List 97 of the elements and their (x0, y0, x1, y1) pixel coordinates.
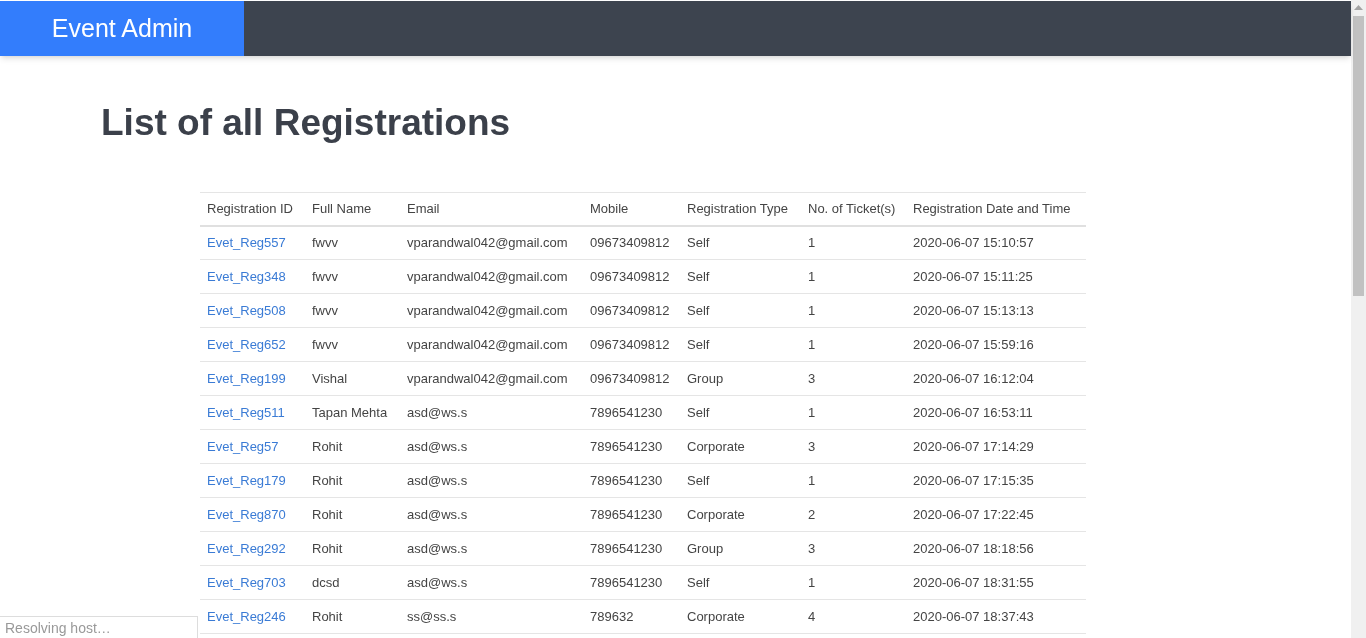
registration-link[interactable]: Evet_Reg703 (207, 574, 286, 590)
table-cell: vparandwal042@gmail.com (407, 302, 568, 318)
table-cell: Rohit (312, 540, 343, 556)
registration-link[interactable]: Evet_Reg246 (207, 608, 286, 624)
table-cell: Self (687, 472, 710, 488)
column-header: No. of Ticket(s) (801, 192, 906, 226)
column-header: Email (400, 192, 583, 226)
table-cell: 1 (808, 574, 816, 590)
scrollbar[interactable] (1351, 0, 1366, 638)
table-cell: 09673409812 (590, 302, 670, 318)
column-header: Registration ID (200, 192, 305, 226)
table-cell: 2 (808, 506, 816, 522)
table-cell: 09673409812 (590, 268, 670, 284)
scroll-up-icon[interactable] (1354, 5, 1363, 10)
column-header: Registration Date and Time (906, 192, 1086, 226)
table-cell: 2020-06-07 15:13:13 (913, 302, 1034, 318)
table-cell: fwvv (312, 336, 338, 352)
table-cell: Corporate (687, 608, 745, 624)
registration-link[interactable]: Evet_Reg511 (207, 404, 285, 420)
table-cell: Corporate (687, 438, 745, 454)
table-cell: vparandwal042@gmail.com (407, 370, 568, 386)
table-cell: Group (687, 370, 724, 386)
registration-link[interactable]: Evet_Reg870 (207, 506, 286, 522)
column-header: Mobile (583, 192, 680, 226)
table-cell: 7896541230 (590, 574, 663, 590)
scrollbar-thumb[interactable] (1353, 16, 1364, 296)
table-cell: asd@ws.s (407, 404, 468, 420)
table-cell: 1 (808, 472, 816, 488)
status-bubble: Resolving host… (0, 616, 198, 638)
column-header: Registration Type (680, 192, 801, 226)
table-cell: asd@ws.s (407, 472, 468, 488)
table-cell: Corporate (687, 506, 745, 522)
table-cell: Tapan Mehta (312, 404, 388, 420)
table-cell: 4 (808, 608, 816, 624)
table-cell: 1 (808, 404, 816, 420)
registration-link[interactable]: Evet_Reg348 (207, 268, 286, 284)
table-cell: 2020-06-07 17:14:29 (913, 438, 1034, 454)
registration-link[interactable]: Evet_Reg199 (207, 370, 286, 386)
table-cell: fwvv (312, 268, 338, 284)
table-cell: 2020-06-07 16:53:11 (913, 404, 1033, 420)
table-cell: 7896541230 (590, 438, 663, 454)
table-cell: 09673409812 (590, 235, 670, 250)
table-cell: Rohit (312, 438, 343, 454)
table-cell: 09673409812 (590, 336, 670, 352)
table-cell: 2020-06-07 18:37:43 (913, 608, 1034, 624)
table-cell: 1 (808, 302, 816, 318)
table-cell: fwvv (312, 302, 338, 318)
table-cell: ss@ss.s (407, 608, 457, 624)
table-cell: 2020-06-07 18:31:55 (913, 574, 1034, 590)
table-cell: Rohit (312, 472, 343, 488)
page-title: List of all Registrations (101, 101, 512, 145)
table-cell: 1 (808, 268, 816, 284)
table-cell: 3 (808, 540, 816, 556)
registration-link[interactable]: Evet_Reg57 (207, 438, 279, 454)
table-cell: 2020-06-07 16:12:04 (913, 370, 1034, 386)
table-cell: 2020-06-07 15:11:25 (913, 268, 1033, 284)
table-cell: 09673409812 (590, 370, 670, 386)
table-cell: 2020-06-07 15:10:57 (913, 235, 1034, 250)
table-cell: 2020-06-07 17:15:35 (913, 472, 1034, 488)
table-cell: 7896541230 (590, 506, 663, 522)
table-cell: 7896541230 (590, 472, 663, 488)
table-cell: asd@ws.s (407, 438, 468, 454)
table-cell: Self (687, 235, 710, 250)
table-cell: fwvv (312, 235, 338, 250)
table-cell: 2020-06-07 18:18:56 (913, 540, 1034, 556)
table-cell: Group (687, 540, 724, 556)
registration-link[interactable]: Evet_Reg179 (207, 472, 286, 488)
table-cell: Self (687, 268, 710, 284)
table-cell: asd@ws.s (407, 540, 468, 556)
registration-link[interactable]: Evet_Reg652 (207, 336, 286, 352)
table-cell: dcsd (312, 574, 340, 590)
table-cell: Vishal (312, 370, 348, 386)
table-cell: 7896541230 (590, 404, 663, 420)
table-cell: 789632 (590, 608, 634, 624)
table-cell: vparandwal042@gmail.com (407, 235, 568, 250)
table-cell: Rohit (312, 506, 343, 522)
table-cell: Self (687, 574, 710, 590)
table-cell: 7896541230 (590, 540, 663, 556)
table-cell: asd@ws.s (407, 506, 468, 522)
registration-link[interactable]: Evet_Reg508 (207, 302, 286, 318)
table-cell: 1 (808, 235, 816, 250)
table-cell: 1 (808, 336, 816, 352)
table-cell: 3 (808, 370, 816, 386)
table-cell: Self (687, 404, 710, 420)
brand-link[interactable]: Event Admin (0, 1, 244, 56)
column-header: Full Name (305, 192, 400, 226)
registration-link[interactable]: Evet_Reg557 (207, 235, 286, 250)
table-cell: 2020-06-07 17:22:45 (913, 506, 1034, 522)
table-cell: Self (687, 336, 710, 352)
table-cell: vparandwal042@gmail.com (407, 268, 568, 284)
table-cell: Rohit (312, 608, 343, 624)
table-cell: Self (687, 302, 710, 318)
table-cell: asd@ws.s (407, 574, 468, 590)
table-cell: vparandwal042@gmail.com (407, 336, 568, 352)
table-cell: 2020-06-07 15:59:16 (913, 336, 1034, 352)
table-cell: 3 (808, 438, 816, 454)
registration-link[interactable]: Evet_Reg292 (207, 540, 286, 556)
